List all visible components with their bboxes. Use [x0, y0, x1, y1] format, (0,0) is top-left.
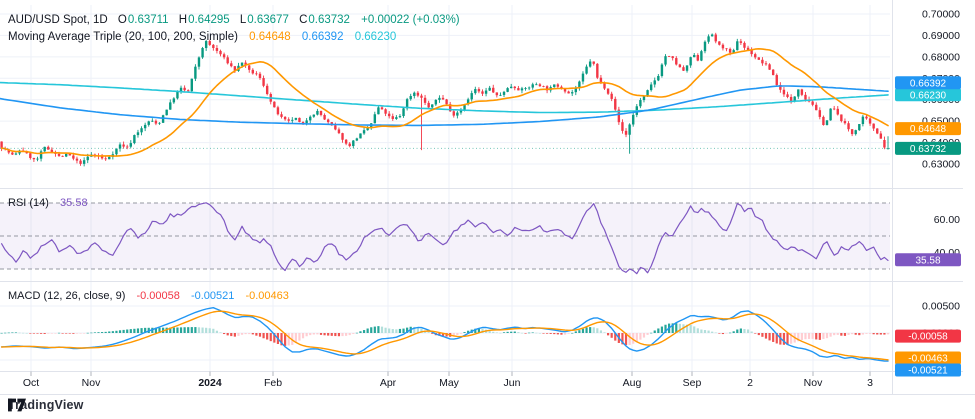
macd-signal-value: -0.00463	[245, 290, 288, 302]
ma-title: Moving Average Triple (20, 100, 200, Sim…	[8, 31, 238, 43]
panel-separators	[0, 0, 975, 395]
rsi-title: RSI (14)	[8, 197, 49, 209]
rsi-legend[interactable]: RSI (14) 35.58	[8, 196, 88, 210]
close-label: C	[299, 14, 307, 26]
rsi-band	[0, 203, 890, 269]
close-value: 0.63732	[308, 14, 350, 26]
macd-lines	[2, 308, 888, 361]
tradingview-logo[interactable]: TradingView	[8, 398, 84, 412]
macd-line-value: -0.00521	[191, 290, 234, 302]
high-label: H	[179, 14, 187, 26]
price-axis[interactable]	[893, 0, 963, 371]
chart-canvas[interactable]: 0.700000.690000.680000.670000.660000.650…	[0, 0, 975, 419]
symbol-title: AUD/USD Spot, 1D	[8, 14, 108, 26]
macd-title: MACD (12, 26, close, 9)	[8, 290, 125, 302]
ma-legend[interactable]: Moving Average Triple (20, 100, 200, Sim…	[8, 30, 396, 44]
sma200-value: 0.66230	[355, 31, 397, 43]
macd-hist-value: -0.00058	[136, 290, 179, 302]
open-label: O	[118, 14, 127, 26]
low-label: L	[240, 14, 246, 26]
macd-histogram	[1, 323, 890, 346]
tradingview-chart-widget: 0.700000.690000.680000.670000.660000.650…	[0, 0, 975, 419]
time-axis[interactable]	[0, 371, 963, 394]
open-value: 0.63711	[128, 14, 169, 26]
change-value: +0.00022 (+0.03%)	[361, 14, 459, 26]
macd-legend[interactable]: MACD (12, 26, close, 9) -0.00058 -0.0052…	[8, 289, 289, 303]
rsi-value: 35.58	[60, 197, 88, 209]
sma100-value: 0.66392	[302, 31, 344, 43]
tradingview-logo-icon	[8, 398, 26, 412]
symbol-legend[interactable]: AUD/USD Spot, 1D O0.63711 H0.64295 L0.63…	[8, 13, 460, 27]
sma20-value: 0.64648	[249, 31, 291, 43]
high-value: 0.64295	[188, 14, 230, 26]
low-value: 0.63677	[247, 14, 289, 26]
